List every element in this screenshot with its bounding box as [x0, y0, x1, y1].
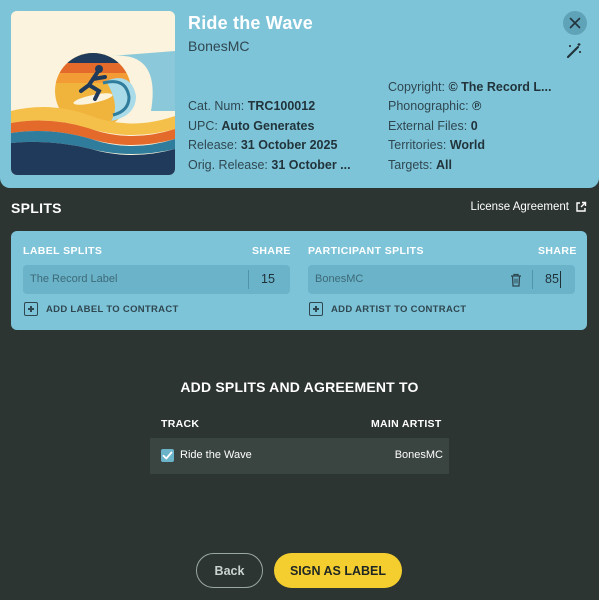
targets: Targets: All [388, 158, 452, 172]
label-split-row[interactable]: The Record Label 15 [23, 265, 290, 294]
magic-wand-icon[interactable] [565, 42, 583, 60]
trash-icon[interactable] [510, 273, 522, 287]
license-agreement-link[interactable]: License Agreement [471, 201, 587, 213]
text-cursor [560, 271, 561, 288]
release-date: Release: 31 October 2025 [188, 138, 338, 152]
add-label-button[interactable]: ADD LABEL TO CONTRACT [24, 302, 179, 316]
track-main-artist: BonesMC [394, 449, 443, 461]
label-split-share-input[interactable]: 15 [261, 272, 275, 286]
add-artist-button[interactable]: ADD ARTIST TO CONTRACT [309, 302, 466, 316]
splits-section-title: SPLITS [11, 200, 62, 216]
back-button[interactable]: Back [196, 553, 263, 588]
cat-num: Cat. Num: TRC100012 [188, 99, 316, 113]
release-header: Ride the Wave BonesMC Cat. Num: TRC10001… [0, 0, 599, 188]
participant-share-header: SHARE [538, 245, 577, 257]
close-button[interactable] [563, 11, 587, 35]
external-files: External Files: 0 [388, 119, 478, 133]
splits-panel: LABEL SPLITS SHARE PARTICIPANT SPLITS SH… [11, 231, 587, 330]
add-label-label: ADD LABEL TO CONTRACT [46, 303, 179, 315]
participant-split-share-input[interactable]: 85 [545, 272, 559, 286]
close-icon [569, 17, 581, 29]
main-artist-column-header: MAIN ARTIST [371, 418, 442, 430]
sign-as-label-button[interactable]: SIGN AS LABEL [274, 553, 402, 588]
track-row[interactable]: Ride the Wave BonesMC [150, 438, 449, 474]
copyright: Copyright: © The Record L... [388, 80, 552, 94]
divider [532, 270, 533, 289]
release-title: Ride the Wave [188, 13, 313, 33]
track-name: Ride the Wave [180, 449, 252, 461]
label-splits-header: LABEL SPLITS [23, 245, 103, 257]
participant-split-name[interactable]: BonesMC [315, 273, 363, 285]
phonographic: Phonographic: ℗ [388, 99, 482, 113]
upc: UPC: Auto Generates [188, 119, 315, 133]
release-artist: BonesMC [188, 38, 250, 54]
divider [248, 270, 249, 289]
album-artwork [11, 11, 175, 175]
label-share-header: SHARE [252, 245, 291, 257]
plus-icon [309, 302, 323, 316]
territories: Territories: World [388, 138, 486, 152]
external-link-icon [576, 201, 587, 212]
participant-splits-header: PARTICIPANT SPLITS [308, 245, 424, 257]
checkmark-icon [162, 451, 173, 460]
label-split-name[interactable]: The Record Label [30, 273, 117, 285]
orig-release-date: Orig. Release: 31 October ... [188, 158, 351, 172]
participant-split-row[interactable]: BonesMC 85 [308, 265, 575, 294]
agreement-section-title: ADD SPLITS AND AGREEMENT TO [180, 379, 419, 395]
plus-icon [24, 302, 38, 316]
add-artist-label: ADD ARTIST TO CONTRACT [331, 303, 467, 315]
track-checkbox[interactable] [161, 449, 174, 462]
license-agreement-label: License Agreement [470, 201, 569, 213]
track-column-header: TRACK [161, 418, 200, 430]
